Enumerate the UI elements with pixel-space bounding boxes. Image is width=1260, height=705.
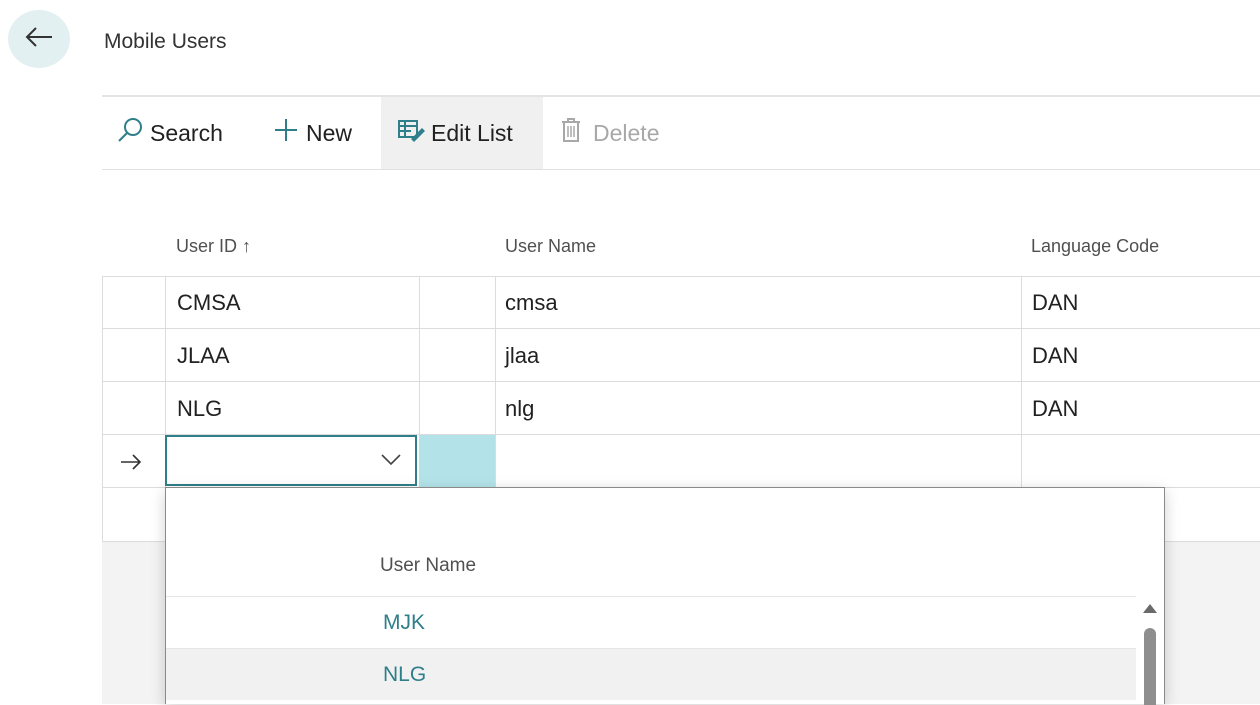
- user-name-cell[interactable]: jlaa: [505, 330, 539, 382]
- edit-list-label: Edit List: [431, 119, 513, 146]
- chevron-down-icon[interactable]: [381, 453, 401, 471]
- search-icon: [116, 116, 144, 150]
- lookup-item-label[interactable]: NLG: [383, 649, 426, 701]
- lookup-item-label[interactable]: MJK: [383, 597, 425, 649]
- lookup-item[interactable]: NLG: [166, 648, 1136, 700]
- table-row[interactable]: NLG nlg DAN: [102, 383, 1260, 435]
- back-arrow-icon: [24, 26, 54, 53]
- delete-label: Delete: [593, 119, 660, 146]
- user-id-input[interactable]: [165, 435, 417, 486]
- table-row[interactable]: CMSA cmsa DAN: [102, 277, 1260, 329]
- column-header-language-code[interactable]: Language Code: [1031, 236, 1159, 257]
- column-header-user-name[interactable]: User Name: [505, 236, 596, 257]
- user-name-cell[interactable]: cmsa: [505, 277, 558, 329]
- user-lookup-dropdown: User Name MJK NLG: [165, 487, 1165, 705]
- delete-button[interactable]: Delete: [559, 97, 659, 169]
- new-button[interactable]: New: [272, 97, 352, 169]
- search-label: Search: [150, 119, 223, 146]
- selected-cell[interactable]: [419, 435, 495, 487]
- user-id-cell[interactable]: CMSA: [177, 277, 241, 329]
- user-name-cell[interactable]: nlg: [505, 383, 534, 435]
- user-id-cell[interactable]: JLAA: [177, 330, 230, 382]
- scroll-up-arrow-icon[interactable]: [1143, 604, 1157, 613]
- new-label: New: [306, 119, 353, 146]
- action-bar: Search New Edit List Delete: [102, 97, 1260, 170]
- back-button[interactable]: [8, 10, 70, 68]
- edit-list-button[interactable]: Edit List: [381, 97, 543, 169]
- language-code-cell[interactable]: DAN: [1032, 330, 1078, 382]
- scroll-thumb[interactable]: [1144, 628, 1156, 705]
- language-code-cell[interactable]: DAN: [1032, 383, 1078, 435]
- page-title: Mobile Users: [104, 30, 227, 53]
- trash-icon: [559, 116, 583, 150]
- search-button[interactable]: Search: [116, 97, 223, 169]
- user-id-cell[interactable]: NLG: [177, 383, 222, 435]
- column-header-user-id[interactable]: User ID ↑: [176, 236, 251, 257]
- edit-list-icon: [397, 117, 425, 149]
- lookup-item[interactable]: MJK: [166, 596, 1136, 648]
- lookup-column-header: User Name: [380, 555, 477, 576]
- language-code-cell[interactable]: DAN: [1032, 277, 1078, 329]
- table-row[interactable]: JLAA jlaa DAN: [102, 330, 1260, 382]
- lookup-scrollbar[interactable]: [1140, 596, 1162, 705]
- plus-icon: [272, 116, 300, 150]
- current-row-arrow-icon: [120, 436, 142, 488]
